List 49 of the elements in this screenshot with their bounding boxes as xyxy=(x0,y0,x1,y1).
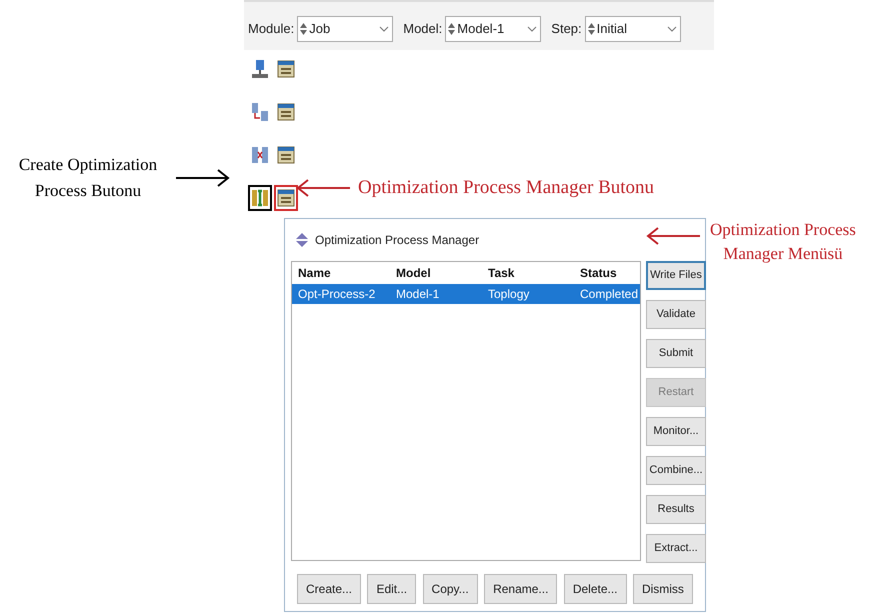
dialog-button[interactable]: Rename... xyxy=(484,574,558,604)
manager-button[interactable] xyxy=(274,185,298,211)
chevron-icon xyxy=(379,25,390,33)
manager-icon xyxy=(277,188,295,208)
dialog-icon xyxy=(295,232,309,248)
side-button[interactable]: Write Files xyxy=(646,261,706,290)
toolbox-button[interactable] xyxy=(248,185,272,211)
linked-grids-icon xyxy=(251,145,269,165)
column-header: Task xyxy=(487,265,516,282)
dialog-button[interactable]: Create... xyxy=(297,574,362,604)
combo-label: Model: xyxy=(403,20,442,38)
side-button[interactable]: Validate xyxy=(646,300,706,329)
table-row[interactable]: Opt-Process-2 Model-1 Toplogy Completed xyxy=(292,284,640,304)
side-button[interactable]: Results xyxy=(646,495,706,524)
side-button[interactable]: Extract... xyxy=(646,534,706,563)
dialog-button[interactable]: Delete... xyxy=(564,574,627,604)
column-header: Name xyxy=(297,265,332,282)
column-header: Model xyxy=(395,265,432,282)
combo-label: Module: xyxy=(248,20,294,38)
dialog-button[interactable]: Copy... xyxy=(422,574,478,604)
spinner-icon xyxy=(300,23,308,35)
grid-arrow-icon xyxy=(251,102,269,122)
manager-icon xyxy=(277,59,295,79)
context-combo[interactable]: Initial xyxy=(584,16,681,42)
chevron-icon xyxy=(666,25,677,33)
context-combo[interactable]: Model-1 xyxy=(445,16,542,42)
table-cell-text: Toplogy xyxy=(487,286,530,303)
manager-icon xyxy=(277,102,295,122)
annotation-label: Optimization Process Manager Menüsü xyxy=(710,219,856,265)
dialog-button[interactable]: Edit... xyxy=(367,574,416,604)
side-button[interactable]: Monitor... xyxy=(646,417,706,446)
side-button[interactable]: Submit xyxy=(646,339,706,368)
column-header: Status xyxy=(579,265,618,282)
spinner-icon xyxy=(448,23,456,35)
optimization-icon xyxy=(251,188,269,208)
dialog-button[interactable]: Dismiss xyxy=(632,574,693,604)
spinner-icon xyxy=(588,23,595,35)
annotation-label: Create Optimization Process Butonu xyxy=(18,154,158,202)
side-button[interactable]: Combine... xyxy=(646,456,706,485)
dialog-title: Optimization Process Manager xyxy=(315,232,480,249)
computer-icon xyxy=(251,59,269,79)
table-cell-text: Model-1 xyxy=(395,286,440,303)
chevron-icon xyxy=(527,25,538,33)
manager-icon xyxy=(277,145,295,165)
context-combo[interactable]: Job xyxy=(297,16,394,42)
table-cell-text: Opt-Process-2 xyxy=(297,286,376,303)
annotation-label: Optimization Process Manager Butonu xyxy=(358,176,654,200)
combo-label: Step: xyxy=(551,20,582,38)
table-cell-text: Completed xyxy=(579,286,640,303)
